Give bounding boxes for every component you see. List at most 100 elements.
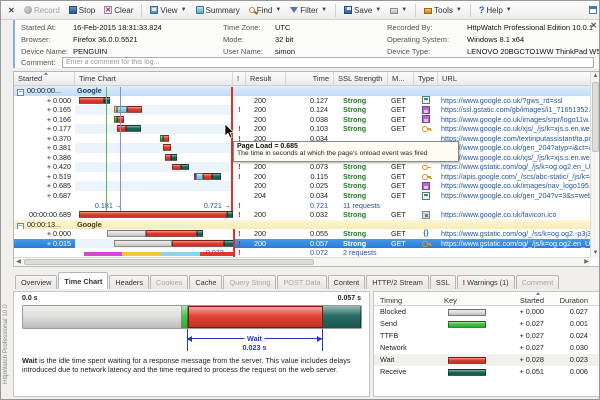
clear-button[interactable]: Clear [101, 5, 136, 16]
table-row[interactable]: + 0.177!2000.103StrongGEThttps://www.goo… [14, 124, 591, 134]
result-cell: 200 [246, 115, 286, 125]
method-cell: GET [388, 172, 414, 182]
close-icon[interactable]: ✕ [590, 21, 597, 30]
find-button[interactable]: Find▼ [246, 5, 285, 16]
comment-input[interactable] [62, 57, 594, 68]
type-cell [414, 115, 438, 125]
tab-headers[interactable]: Headers [109, 275, 149, 289]
scroll-left-icon[interactable]: ◀ [14, 258, 23, 267]
tooltip-title: Page Load = 0.685 [237, 143, 455, 150]
column-header-type[interactable]: Type [414, 72, 438, 85]
result-cell [246, 220, 286, 230]
window-icon[interactable] [589, 6, 597, 14]
tab-time-chart[interactable]: Time Chart [58, 272, 108, 289]
printer-button[interactable]: ▼ [387, 6, 410, 15]
type-cell [414, 105, 438, 115]
timing-header: TimingKeyStartedDuration [374, 292, 599, 306]
result-cell [246, 86, 286, 96]
column-header-time-chart[interactable]: Time Chart [75, 72, 233, 85]
type-icon-image [422, 182, 430, 190]
column-header-time[interactable]: Time [286, 72, 334, 85]
type-icon-script [422, 173, 430, 181]
timing-column-header-timing[interactable]: Timing [374, 292, 444, 305]
method-cell: GET [388, 239, 414, 249]
timing-column-header-key[interactable]: Key [444, 292, 502, 305]
result-cell: 200 [246, 162, 286, 172]
close-button[interactable]: ✕ [5, 6, 18, 15]
warning-icon: ! [463, 278, 465, 287]
hscroll-thumb[interactable] [24, 259, 314, 265]
toolbar-button-label: Stop [79, 6, 95, 15]
table-row[interactable]: + 0.519!2000.115StrongGEThttps://apis.go… [14, 172, 591, 182]
vertical-scrollbar[interactable]: ▲ ▼ [590, 72, 599, 258]
info-field: Time Zone:UTC [223, 23, 261, 32]
vscroll-thumb[interactable] [592, 82, 599, 152]
ssl-strength-cell: 11 requests [334, 201, 388, 211]
view-button[interactable]: View▼ [147, 5, 189, 16]
started-cell: + 0.165 [14, 105, 75, 115]
tab-content[interactable]: Content [328, 275, 366, 289]
grid-header: StartedTime Chart!ResultTimeSSL Strength… [14, 72, 599, 86]
stop-button[interactable]: Stop [66, 5, 98, 16]
tab-overview[interactable]: Overview [15, 275, 57, 289]
requests-grid: StartedTime Chart!ResultTimeSSL Strength… [13, 71, 600, 267]
info-field-label: Device Type: [387, 47, 430, 56]
column-header--[interactable]: ! [233, 72, 246, 85]
page-group-row[interactable]: −00:00:00...Google [14, 86, 591, 96]
summary-button[interactable]: Summary [193, 5, 243, 16]
timing-key [444, 306, 502, 318]
table-row[interactable]: + 0.1662000.038StrongGEThttps://www.goog… [14, 115, 591, 125]
page-summary-row[interactable]: 0.181 →0.721 →!0.72111 requests [14, 201, 591, 211]
table-row[interactable]: + 0.015!2000.057StrongGEThttps://www.gst… [14, 239, 591, 249]
time-chart-cell [75, 162, 233, 172]
column-header-m-[interactable]: M... [388, 72, 414, 85]
table-row[interactable]: + 0.165!2000.124StrongGEThttps://ssl.gst… [14, 105, 591, 115]
table-row[interactable]: 00:00:00.689!2000.032StrongGEThttps://ww… [14, 210, 591, 220]
page-group-row[interactable]: −00:00:13...Google [14, 220, 591, 230]
warning-cell: ! [233, 210, 246, 220]
timing-duration: 0.024 [550, 330, 594, 342]
help-button[interactable]: ?Help▼ [476, 5, 515, 16]
table-row[interactable]: + 0.6852000.025StrongGEThttps://www.goog… [14, 181, 591, 191]
type-icon-script [422, 125, 430, 133]
column-header-url[interactable]: URL [438, 72, 599, 85]
scroll-down-icon[interactable]: ▼ [591, 249, 600, 258]
tab-cache[interactable]: Cache [189, 275, 222, 289]
filter-button[interactable]: Filter▼ [287, 5, 330, 16]
sort-ascending-icon [44, 72, 48, 75]
scroll-up-icon[interactable]: ▲ [591, 72, 600, 81]
tab-warnings-1-[interactable]: !Warnings (1) [457, 275, 515, 289]
type-cell [414, 220, 438, 230]
tab-http-2-stream[interactable]: HTTP/2 Stream [366, 275, 429, 289]
type-cell [414, 191, 438, 201]
info-field-label: Recorded By: [387, 23, 432, 32]
table-row[interactable]: + 0.420!2000.073StrongGEThttps://www.gst… [14, 162, 591, 172]
method-cell [388, 201, 414, 211]
url-cell: https://www.google.co.uk/xjs/_/js/k=xjs.… [438, 153, 591, 163]
column-header-ssl-strength[interactable]: SSL Strength [334, 72, 388, 85]
toolbar-separator [141, 4, 142, 17]
table-row[interactable]: + 0.0002000.127StrongGEThttps://www.goog… [14, 96, 591, 106]
horizontal-scrollbar[interactable]: ◀ ▶ [14, 257, 591, 266]
strip-segment [122, 252, 161, 256]
tab-ssl[interactable]: SSL [430, 275, 456, 289]
tools-button[interactable]: Tools▼ [421, 5, 465, 16]
scroll-right-icon[interactable]: ▶ [582, 258, 591, 267]
chevron-down-icon: ▼ [401, 7, 407, 13]
timing-column-header-duration[interactable]: Duration [550, 292, 594, 305]
ssl-strength-cell: Strong [334, 172, 388, 182]
type-cell: {} [414, 229, 438, 239]
page-load-tooltip: Page Load = 0.685 The time in seconds at… [233, 141, 459, 162]
bar-segment-teal [126, 125, 141, 132]
column-header-started[interactable]: Started [14, 72, 75, 85]
save-button[interactable]: Save▼ [341, 5, 384, 16]
time-chart-cell: Google [75, 86, 233, 96]
table-row[interactable]: + 0.6872040.034StrongGEThttps://www.goog… [14, 191, 591, 201]
table-row[interactable]: + 0.000!2000.055StrongGET{}https://www.g… [14, 229, 591, 239]
result-cell: 200 [246, 96, 286, 106]
type-icon-favicon [422, 211, 430, 219]
chevron-down-icon: ▼ [321, 7, 327, 13]
timing-column-header-started[interactable]: Started [502, 292, 550, 305]
warning-cell: ! [233, 162, 246, 172]
column-header-result[interactable]: Result [246, 72, 286, 85]
